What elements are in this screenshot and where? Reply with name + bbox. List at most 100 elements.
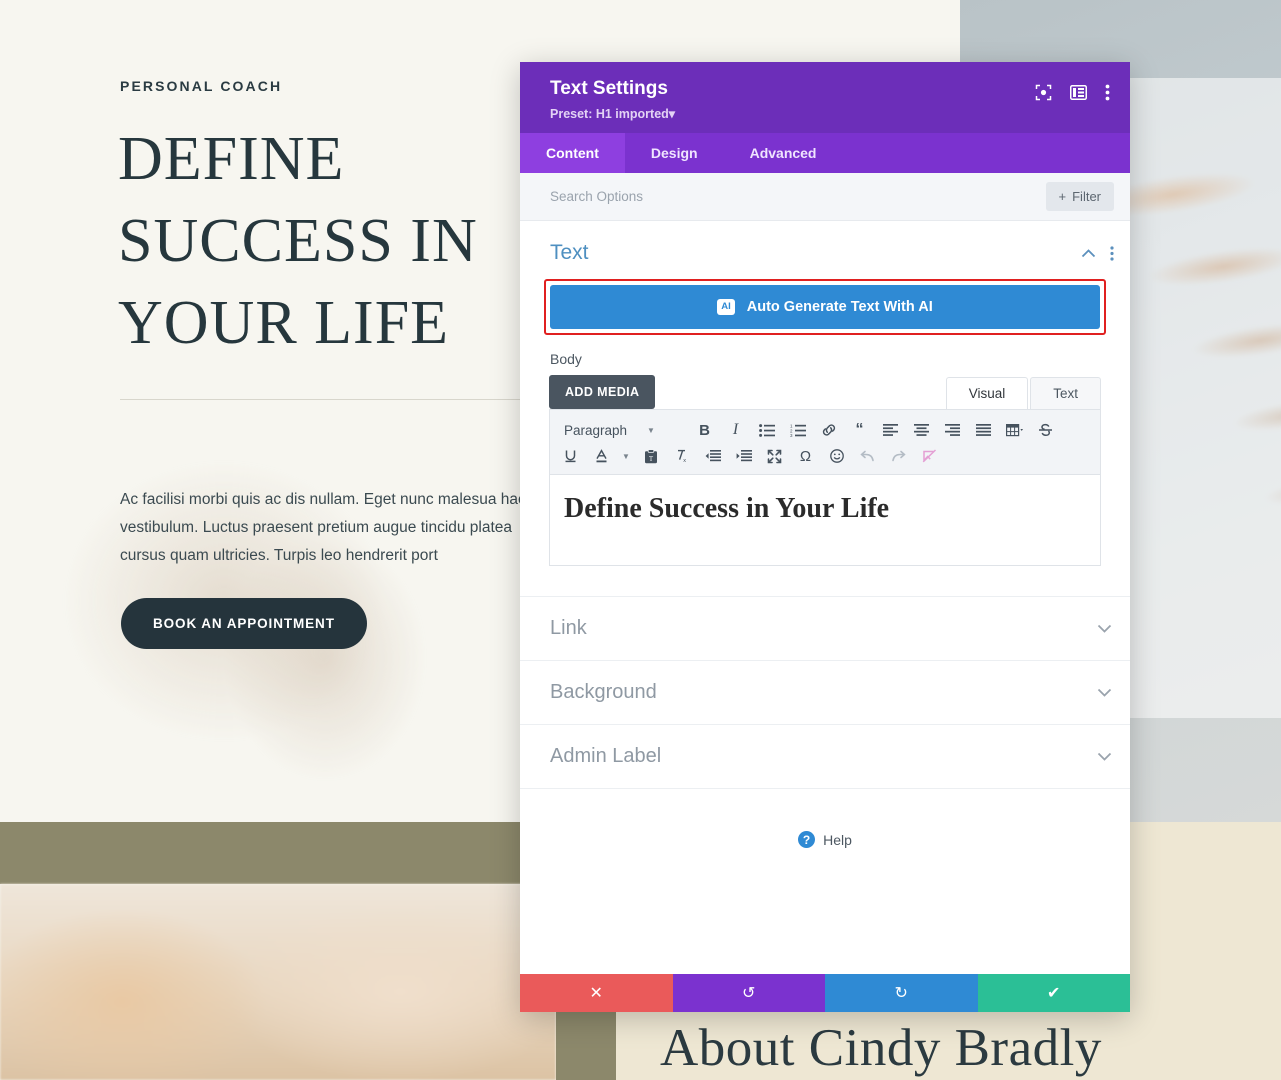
cancel-button[interactable]: ✕ bbox=[520, 974, 673, 1012]
ai-button-highlight: AI Auto Generate Text With AI bbox=[544, 279, 1106, 335]
wysiwyg-editor: ADD MEDIA Visual Text Paragraph ▼ B I 1 … bbox=[549, 375, 1101, 566]
table-icon[interactable] bbox=[1000, 417, 1029, 443]
accordion-link[interactable]: Link bbox=[520, 596, 1130, 660]
modal-tabs: Content Design Advanced bbox=[520, 133, 1130, 173]
text-settings-modal: Text Settings Preset: H1 imported▾ Conte… bbox=[520, 62, 1130, 1012]
underline-icon[interactable] bbox=[556, 443, 585, 469]
ai-badge-icon: AI bbox=[717, 299, 735, 315]
tab-content[interactable]: Content bbox=[520, 133, 625, 173]
book-appointment-button[interactable]: BOOK AN APPOINTMENT bbox=[121, 598, 367, 649]
modal-header: Text Settings Preset: H1 imported▾ bbox=[520, 62, 1130, 133]
outdent-icon[interactable] bbox=[698, 443, 727, 469]
section-title-text: Text bbox=[550, 241, 589, 264]
tab-advanced[interactable]: Advanced bbox=[724, 133, 843, 173]
strikethrough-icon[interactable] bbox=[1031, 417, 1060, 443]
about-heading: About Cindy Bradly bbox=[660, 1019, 1102, 1077]
accordion-background[interactable]: Background bbox=[520, 660, 1130, 724]
bulleted-list-icon[interactable] bbox=[752, 417, 781, 443]
no-image-icon[interactable] bbox=[915, 443, 944, 469]
blockquote-icon[interactable]: “ bbox=[845, 417, 874, 443]
redo-icon: ↻ bbox=[894, 985, 908, 1002]
accordion-admin-label[interactable]: Admin Label bbox=[520, 724, 1130, 789]
svg-text:x: x bbox=[683, 458, 686, 463]
layout-panel-icon[interactable] bbox=[1070, 85, 1087, 100]
modal-body: Text AI Auto Generate Text With AI Body bbox=[520, 221, 1130, 974]
chevron-down-icon bbox=[1097, 624, 1112, 633]
ai-button-label: Auto Generate Text With AI bbox=[746, 299, 933, 315]
modal-footer: ✕ ↺ ↻ ✔ bbox=[520, 974, 1130, 1012]
paste-as-text-icon[interactable]: T bbox=[636, 443, 665, 469]
align-center-icon[interactable] bbox=[907, 417, 936, 443]
editor-mode-tabs: Visual Text bbox=[945, 377, 1101, 409]
close-icon: ✕ bbox=[589, 985, 603, 1002]
add-media-button[interactable]: ADD MEDIA bbox=[549, 375, 656, 409]
accordion-link-label: Link bbox=[550, 617, 587, 639]
format-select[interactable]: Paragraph ▼ bbox=[556, 423, 688, 438]
save-button[interactable]: ✔ bbox=[977, 974, 1130, 1012]
tab-visual[interactable]: Visual bbox=[945, 377, 1029, 409]
align-justify-icon[interactable] bbox=[969, 417, 998, 443]
preset-caret-icon: ▾ bbox=[668, 107, 676, 121]
chevron-down-icon bbox=[1097, 752, 1112, 761]
plus-icon: + bbox=[1058, 189, 1067, 204]
preset-selector[interactable]: Preset: H1 imported▾ bbox=[550, 106, 675, 121]
tab-text[interactable]: Text bbox=[1030, 377, 1101, 409]
toolbar-row-2: ▼ T x Ω bbox=[556, 443, 1094, 469]
numbered-list-icon[interactable]: 1 2 3 bbox=[783, 417, 812, 443]
chevron-down-icon bbox=[1097, 688, 1112, 697]
search-options-bar: Search Options + Filter bbox=[520, 173, 1130, 221]
format-select-value: Paragraph bbox=[564, 422, 628, 438]
undo-icon[interactable] bbox=[853, 443, 882, 469]
redo-icon[interactable] bbox=[884, 443, 913, 469]
section-more-vertical-icon[interactable] bbox=[1110, 245, 1114, 261]
redo-button[interactable]: ↻ bbox=[825, 974, 978, 1012]
check-icon: ✔ bbox=[1047, 985, 1061, 1002]
filter-label: Filter bbox=[1072, 189, 1101, 204]
editor-top-bar: ADD MEDIA Visual Text bbox=[549, 375, 1101, 409]
fullscreen-icon[interactable] bbox=[760, 443, 789, 469]
modal-header-actions bbox=[1035, 84, 1110, 101]
align-left-icon[interactable] bbox=[876, 417, 905, 443]
link-icon[interactable] bbox=[814, 417, 843, 443]
accordion-admin-label-label: Admin Label bbox=[550, 745, 662, 767]
accordion-background-label: Background bbox=[550, 681, 657, 703]
focus-icon[interactable] bbox=[1035, 84, 1052, 101]
hero-divider bbox=[120, 399, 540, 400]
chevron-up-icon[interactable] bbox=[1081, 248, 1096, 258]
hands-photo bbox=[0, 884, 556, 1080]
body-field-label: Body bbox=[550, 351, 582, 367]
emoji-icon[interactable] bbox=[822, 443, 851, 469]
align-right-icon[interactable] bbox=[938, 417, 967, 443]
hero-headline: DEFINE SUCCESS IN YOUR LIFE bbox=[118, 125, 478, 357]
auto-generate-text-with-ai-button[interactable]: AI Auto Generate Text With AI bbox=[550, 285, 1100, 329]
settings-accordion: Link Background Admin Label bbox=[520, 596, 1130, 789]
bold-icon[interactable]: B bbox=[690, 417, 719, 443]
editor-heading-text: Define Success in Your Life bbox=[564, 493, 890, 524]
question-mark-icon: ? bbox=[798, 831, 816, 848]
tab-design[interactable]: Design bbox=[625, 133, 724, 173]
hero-body-text: Ac facilisi morbi quis ac dis nullam. Eg… bbox=[120, 491, 526, 564]
filter-button[interactable]: + Filter bbox=[1045, 182, 1114, 211]
help-link[interactable]: ? Help bbox=[520, 831, 1130, 848]
editor-toolbar: Paragraph ▼ B I 1 2 3 “ ▼ T x Ω bbox=[549, 409, 1101, 474]
undo-icon: ↺ bbox=[742, 985, 756, 1002]
special-character-icon[interactable]: Ω bbox=[791, 443, 820, 469]
chevron-down-icon: ▼ bbox=[647, 425, 655, 435]
preset-label: Preset: H1 imported bbox=[550, 107, 669, 121]
toolbar-row-1: Paragraph ▼ B I 1 2 3 “ bbox=[556, 417, 1094, 443]
indent-icon[interactable] bbox=[729, 443, 758, 469]
clear-formatting-icon[interactable]: x bbox=[667, 443, 696, 469]
olive-band bbox=[0, 822, 556, 884]
search-input[interactable]: Search Options bbox=[550, 189, 643, 204]
text-color-icon[interactable] bbox=[587, 443, 616, 469]
editor-content-area[interactable]: Define Success in Your Life bbox=[549, 474, 1101, 566]
hero-eyebrow: PERSONAL COACH bbox=[120, 78, 283, 94]
modal-title: Text Settings bbox=[550, 78, 668, 99]
modal-header-titles: Text Settings Preset: H1 imported▾ bbox=[550, 78, 675, 121]
italic-icon[interactable]: I bbox=[721, 417, 750, 443]
more-vertical-icon[interactable] bbox=[1105, 84, 1110, 101]
text-color-chevron-down-icon[interactable]: ▼ bbox=[618, 443, 634, 469]
text-section-header[interactable]: Text bbox=[520, 221, 1130, 279]
undo-button[interactable]: ↺ bbox=[672, 974, 825, 1012]
photo-overlay-card bbox=[1105, 78, 1281, 718]
